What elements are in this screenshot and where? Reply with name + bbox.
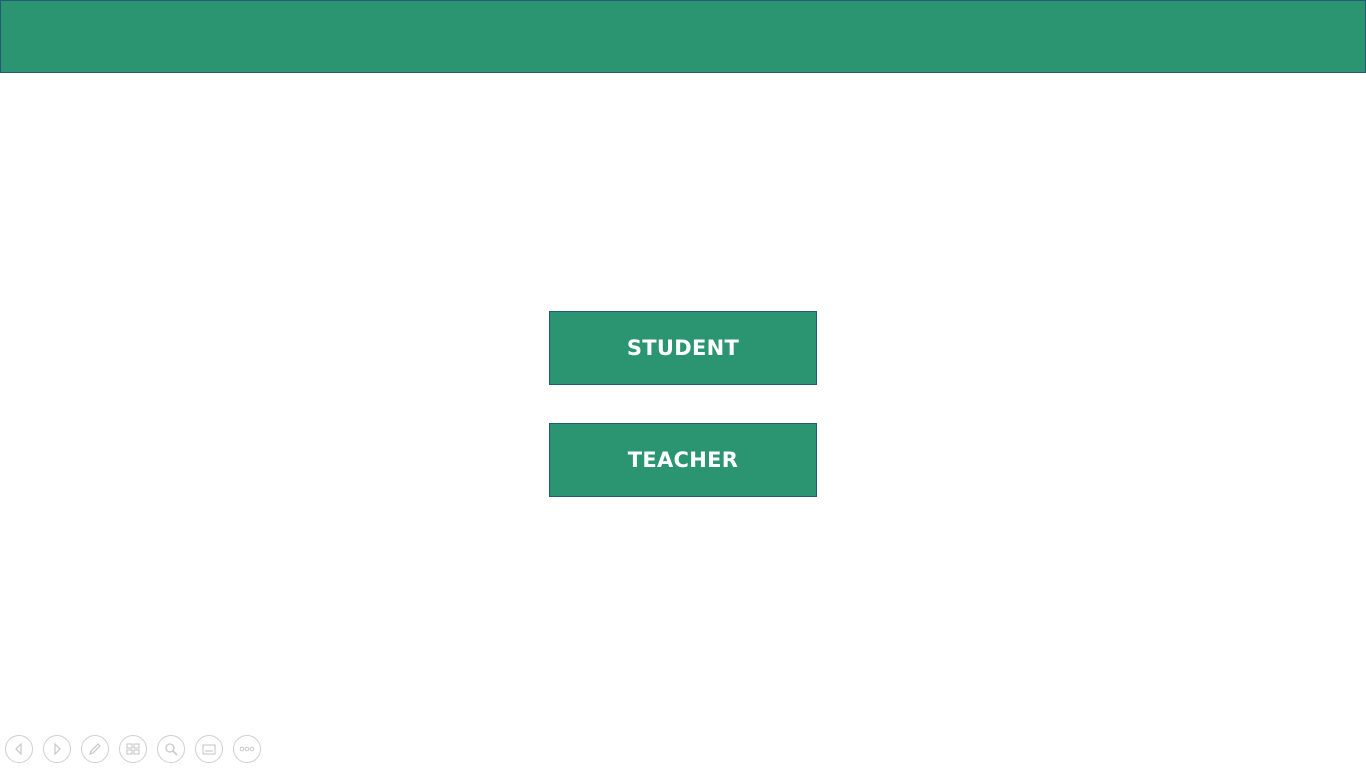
subtitles-button[interactable] xyxy=(195,735,223,763)
more-options-icon xyxy=(239,746,255,752)
pen-icon xyxy=(89,743,101,755)
zoom-button[interactable] xyxy=(157,735,185,763)
slideshow-toolbar xyxy=(5,735,261,763)
student-button[interactable]: STUDENT xyxy=(549,311,817,385)
more-options-button[interactable] xyxy=(233,735,261,763)
header-bar xyxy=(0,0,1366,73)
subtitles-icon xyxy=(202,744,216,755)
student-button-label: STUDENT xyxy=(626,336,740,360)
teacher-button-label: TEACHER xyxy=(627,448,739,472)
pen-button[interactable] xyxy=(81,735,109,763)
next-slide-button[interactable] xyxy=(43,735,71,763)
teacher-button[interactable]: TEACHER xyxy=(549,423,817,497)
see-all-slides-icon xyxy=(126,743,140,755)
see-all-slides-button[interactable] xyxy=(119,735,147,763)
zoom-icon xyxy=(165,743,178,756)
previous-slide-button[interactable] xyxy=(5,735,33,763)
next-slide-icon xyxy=(54,742,61,756)
slide: STUDENT TEACHER xyxy=(0,0,1366,768)
previous-slide-icon xyxy=(15,742,22,756)
